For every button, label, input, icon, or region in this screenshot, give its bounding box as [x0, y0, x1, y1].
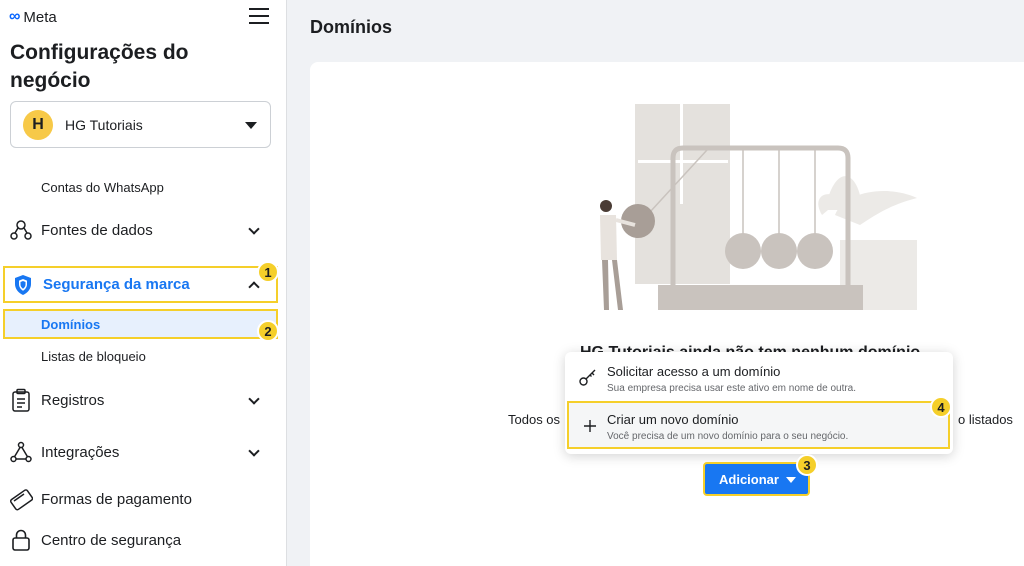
empty-state-text-left: Todos os	[508, 412, 561, 427]
lock-icon	[8, 527, 34, 553]
meta-infinity-icon: ∞	[9, 8, 21, 25]
plus-icon	[580, 416, 600, 436]
add-dropdown-menu: Solicitar acesso a um domínio Sua empres…	[565, 352, 953, 454]
sidebar-item-payment-methods[interactable]: Formas de pagamento	[8, 483, 276, 515]
key-icon	[578, 367, 598, 387]
chevron-down-icon	[248, 445, 260, 457]
chevron-down-icon	[248, 223, 260, 235]
sidebar-item-label: Fontes de dados	[41, 221, 153, 239]
account-name: HG Tutoriais	[65, 116, 143, 133]
step-badge-1: 1	[257, 261, 279, 283]
step-badge-3: 3	[796, 454, 818, 476]
newtons-cradle-illustration	[600, 104, 917, 310]
sidebar-item-label: Domínios	[41, 317, 101, 332]
sidebar-item-domains[interactable]: Domínios	[3, 309, 278, 339]
sidebar-item-whatsapp-accounts[interactable]: Contas do WhatsApp	[41, 180, 164, 195]
meta-logo-text: Meta	[23, 8, 57, 26]
menu-item-title: Criar um novo domínio	[607, 412, 739, 427]
menu-item-title: Solicitar acesso a um domínio	[607, 364, 781, 379]
chevron-up-icon	[248, 281, 260, 293]
add-button-label: Adicionar	[719, 471, 779, 487]
integrations-icon	[8, 439, 34, 465]
shield-icon	[10, 272, 36, 298]
sidebar-item-records[interactable]: Registros	[8, 384, 276, 416]
sidebar-item-label: Formas de pagamento	[41, 490, 192, 508]
menu-icon[interactable]	[249, 8, 269, 26]
step-badge-2: 2	[257, 320, 279, 342]
caret-down-icon	[786, 477, 796, 483]
menu-item-subtitle: Você precisa de um novo domínio para o s…	[607, 431, 849, 442]
menu-item-subtitle: Sua empresa precisa usar este ativo em n…	[607, 383, 857, 394]
meta-logo[interactable]: ∞ Meta	[9, 8, 57, 26]
empty-state-text-right: o listados	[958, 412, 1013, 427]
sidebar-item-security-center[interactable]: Centro de segurança	[8, 524, 276, 556]
business-account-selector[interactable]: H HG Tutoriais	[10, 101, 271, 148]
menu-item-request-access[interactable]: Solicitar acesso a um domínio Sua empres…	[565, 354, 953, 400]
page-heading: Configurações do negócio	[10, 41, 189, 92]
credit-card-icon	[8, 486, 34, 512]
caret-down-icon	[245, 122, 257, 129]
data-sources-icon	[8, 217, 34, 243]
sidebar-item-label: Centro de segurança	[41, 531, 182, 549]
sidebar-item-block-lists[interactable]: Listas de bloqueio	[41, 349, 146, 364]
sidebar-item-data-sources[interactable]: Fontes de dados	[8, 214, 276, 246]
page-title: Domínios	[310, 17, 393, 37]
sidebar-item-integrations[interactable]: Integrações	[8, 436, 276, 468]
sidebar-item-brand-safety[interactable]: Segurança da marca	[3, 266, 278, 303]
add-button[interactable]: Adicionar	[703, 462, 810, 496]
step-badge-4: 4	[930, 396, 952, 418]
sidebar-item-label: Segurança da marca	[43, 276, 190, 293]
menu-item-create-domain[interactable]: Criar um novo domínio Você precisa de um…	[567, 401, 950, 449]
clipboard-icon	[8, 387, 34, 413]
sidebar-item-label: Integrações	[41, 443, 120, 461]
chevron-down-icon	[248, 393, 260, 405]
sidebar: ∞ Meta Configurações do negócio H HG Tut…	[0, 0, 287, 566]
avatar: H	[23, 109, 53, 140]
sidebar-item-label: Registros	[41, 391, 105, 409]
